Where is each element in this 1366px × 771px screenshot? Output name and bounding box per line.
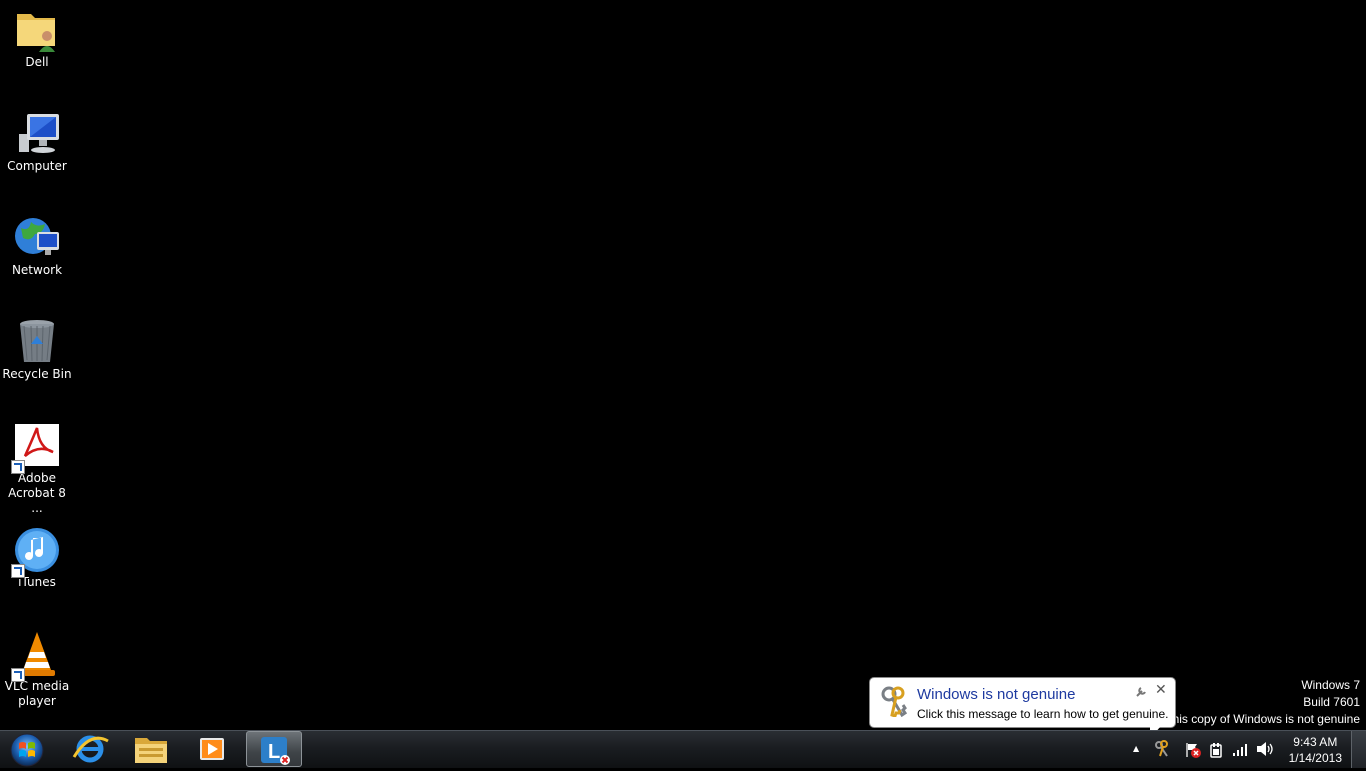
svg-text:L: L	[268, 741, 280, 763]
taskbar-windows-explorer[interactable]	[123, 731, 179, 767]
vlc-icon	[11, 630, 61, 682]
keys-icon	[880, 685, 910, 718]
desktop-icon-dell[interactable]: Dell	[2, 6, 72, 70]
desktop-icon-label: Adobe Acrobat 8 ...	[8, 471, 66, 515]
close-icon[interactable]: ✕	[1155, 683, 1167, 697]
network-icon	[13, 214, 61, 262]
start-button[interactable]	[7, 732, 47, 768]
volume-icon[interactable]	[1256, 741, 1274, 757]
balloon-title[interactable]: Windows is not genuine	[917, 686, 1075, 703]
clock-date: 1/14/2013	[1288, 751, 1342, 765]
desktop-icon-recycle-bin[interactable]: Recycle Bin	[2, 318, 72, 382]
shortcut-arrow-icon	[11, 460, 25, 474]
adobe-acrobat-icon	[11, 422, 61, 474]
action-center-flag-icon[interactable]	[1184, 741, 1202, 759]
desktop-icon-label: Dell	[25, 55, 49, 69]
desktop-icon-vlc[interactable]: VLC media player	[2, 630, 72, 709]
clock-time: 9:43 AM	[1293, 735, 1338, 749]
computer-icon	[13, 110, 61, 158]
watermark-build: Build 7601	[1303, 695, 1360, 709]
folder-icon	[135, 738, 167, 763]
show-desktop-button[interactable]	[1351, 731, 1366, 768]
media-player-icon	[200, 738, 224, 760]
user-folder-icon	[13, 6, 61, 54]
taskbar-internet-explorer[interactable]	[62, 731, 118, 767]
recycle-bin-icon	[13, 318, 61, 366]
power-icon[interactable]	[1208, 741, 1224, 759]
taskbar-clock[interactable]: 9:43 AM 1/14/2013	[1289, 734, 1342, 766]
desktop-icon-adobe-acrobat[interactable]: Adobe Acrobat 8 ...	[2, 422, 72, 516]
desktop-icon-network[interactable]: Network	[2, 214, 72, 278]
notification-area: ▲	[1128, 731, 1288, 767]
desktop-icon-label: VLC media player	[4, 679, 70, 708]
shortcut-arrow-icon	[11, 564, 25, 578]
desktop-icon-itunes[interactable]: iTunes	[2, 526, 72, 590]
genuine-watermark: Windows 7 Build 7601 This copy of Window…	[1165, 677, 1360, 728]
watermark-os-name: Windows 7	[1301, 678, 1360, 692]
watermark-not-genuine: This copy of Windows is not genuine	[1165, 712, 1360, 726]
genuine-keys-icon[interactable]	[1154, 740, 1170, 758]
ie-icon	[72, 735, 109, 763]
windows-orb-icon	[10, 733, 44, 767]
genuine-notification-balloon[interactable]: Windows is not genuine Click this messag…	[869, 677, 1176, 739]
desktop-icon-computer[interactable]: Computer	[2, 110, 72, 174]
lync-icon: L	[261, 737, 290, 765]
taskbar-media-player[interactable]	[184, 731, 240, 767]
itunes-icon	[11, 526, 61, 578]
options-wrench-icon[interactable]	[1135, 686, 1147, 698]
shortcut-arrow-icon	[11, 668, 25, 682]
taskbar: L ▲ 9:43 AM 1/14/2013	[0, 730, 1366, 768]
show-hidden-icons-button[interactable]: ▲	[1133, 744, 1139, 753]
desktop-icon-label: Network	[11, 263, 63, 277]
desktop-icon-label: Recycle Bin	[2, 367, 72, 381]
taskbar-lync[interactable]: L	[246, 731, 302, 767]
network-signal-icon[interactable]	[1232, 743, 1248, 757]
balloon-message[interactable]: Click this message to learn how to get g…	[917, 707, 1168, 721]
desktop-icon-label: Computer	[7, 159, 67, 173]
